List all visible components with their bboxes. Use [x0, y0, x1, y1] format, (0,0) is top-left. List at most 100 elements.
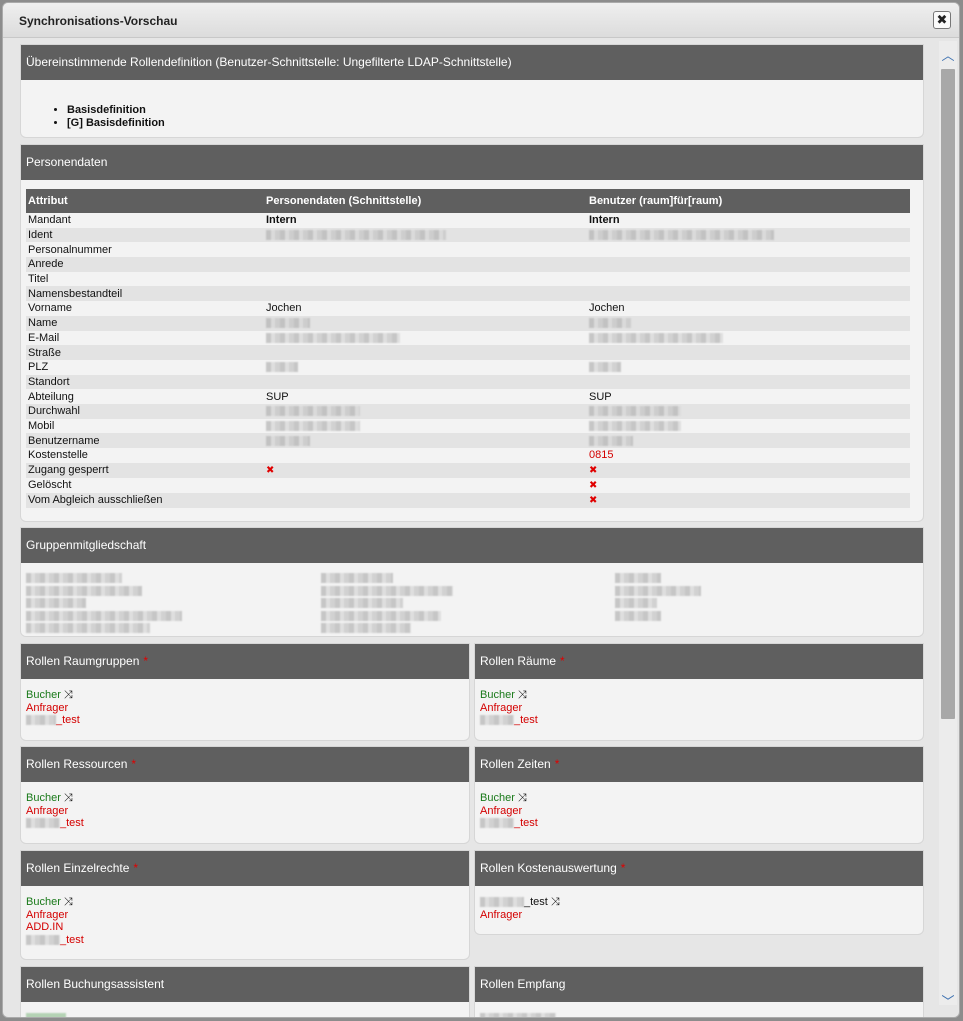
dialog-title: Synchronisations-Vorschau	[19, 14, 178, 28]
interface-value	[264, 345, 587, 360]
group-column	[321, 573, 453, 636]
user-value	[587, 374, 910, 390]
list-item: _test	[26, 934, 464, 947]
user-value	[587, 345, 910, 360]
shuffle-icon[interactable]: ⤨	[64, 689, 73, 701]
shuffle-icon[interactable]: ⤨	[64, 896, 73, 908]
roles-resources-header: Rollen Ressourcen *	[21, 747, 469, 782]
list-item: ADD.IN	[26, 921, 64, 933]
attribute-name: Straße	[26, 345, 264, 360]
user-value	[587, 315, 910, 331]
roles-booking-assistant-header: Rollen Buchungsassistent	[21, 967, 469, 1002]
user-value	[587, 242, 910, 257]
user-value	[587, 286, 910, 302]
column-header-user: Benutzer (raum]für[raum)	[587, 189, 910, 213]
redacted-text	[266, 435, 310, 446]
interface-value: SUP	[264, 389, 587, 404]
attribute-name: Personalnummer	[28, 243, 112, 256]
roles-rooms-panel: Rollen Räume * Bucher ⤨ Anfrager _test	[474, 643, 924, 741]
redacted-text	[589, 230, 774, 241]
role-definition-header: Übereinstimmende Rollendefinition (Benut…	[21, 45, 923, 80]
role-list	[21, 1002, 469, 1017]
cell-text: SUP	[589, 390, 612, 403]
person-data-panel: Personendaten Attribut Personendaten (Sc…	[20, 144, 924, 522]
attribute-name: Standort	[26, 374, 264, 390]
table-row: Vom Abgleich ausschließen ✖	[26, 492, 910, 508]
sync-preview-dialog: Synchronisations-Vorschau ✖ Übereinstimm…	[2, 2, 960, 1018]
user-value	[587, 433, 910, 448]
table-row: Standort	[26, 374, 910, 390]
role-list: Bucher ⤨ Anfrager _test	[21, 679, 469, 727]
redacted-text	[321, 623, 411, 633]
attribute-name: Anrede	[26, 257, 264, 272]
table-row: Name	[26, 315, 910, 331]
cell-text: Intern	[589, 214, 620, 227]
user-value	[587, 331, 910, 346]
redacted-text	[615, 610, 661, 621]
role-list: Bucher ⤨ Anfrager _test	[475, 782, 923, 830]
list-item: Anfrager	[26, 804, 69, 817]
table-row: Benutzername	[26, 433, 910, 448]
group-list	[21, 563, 923, 633]
roles-booking-assistant-panel: Rollen Buchungsassistent	[20, 966, 470, 1017]
table-row: Zugang gesperrt ✖ ✖	[26, 462, 910, 478]
attribute-name: Mobil	[28, 419, 55, 432]
table-row: Mobil	[26, 419, 910, 434]
redacted-text	[26, 623, 150, 633]
shuffle-icon[interactable]: ⤨	[551, 896, 560, 908]
roles-room-groups-header: Rollen Raumgruppen *	[21, 644, 469, 679]
cell-text: 0815	[589, 449, 614, 462]
shuffle-icon[interactable]: ⤨	[518, 792, 527, 804]
redacted-text	[480, 818, 514, 829]
cell-text: SUP	[266, 390, 289, 403]
close-button[interactable]: ✖	[933, 11, 951, 29]
redacted-text	[26, 818, 60, 829]
shuffle-icon[interactable]: ⤨	[518, 689, 527, 701]
table-row: Gelöscht ✖	[26, 478, 910, 493]
list-item: Bucher ⤨	[480, 689, 527, 701]
list-item: Anfrager	[26, 908, 69, 921]
redacted-text	[266, 421, 360, 432]
user-value	[587, 419, 910, 434]
roles-rooms-header: Rollen Räume *	[475, 644, 923, 679]
table-row: Kostenstelle 0815	[26, 448, 910, 463]
redacted-text	[321, 598, 403, 608]
user-value	[587, 360, 910, 375]
scrollbar-thumb[interactable]	[941, 69, 955, 719]
vertical-scrollbar[interactable]: ︿ ﹀	[939, 41, 957, 1009]
redacted-text	[26, 598, 86, 608]
list-item: Bucher ⤨	[480, 792, 527, 804]
chevron-up-icon[interactable]: ︿	[939, 47, 957, 65]
table-row: PLZ	[26, 360, 910, 375]
close-icon: ✖	[936, 12, 948, 27]
table-row: Mandant Intern Intern	[26, 213, 910, 228]
roles-times-panel: Rollen Zeiten * Bucher ⤨ Anfrager _test	[474, 746, 924, 844]
role-list: Bucher ⤨ Anfrager _test	[475, 679, 923, 727]
role-list	[475, 1002, 923, 1017]
attribute-name: Benutzername	[26, 433, 264, 448]
interface-value	[264, 478, 587, 493]
interface-value: Jochen	[264, 301, 587, 316]
user-value: Intern	[587, 213, 910, 228]
redacted-text	[589, 406, 681, 417]
cross-icon: ✖	[589, 479, 598, 491]
redacted-text	[480, 715, 514, 726]
attribute-table: Attribut Personendaten (Schnittstelle) B…	[26, 189, 910, 508]
shuffle-icon[interactable]: ⤨	[64, 792, 73, 804]
chevron-down-icon[interactable]: ﹀	[939, 993, 957, 1011]
list-item: Anfrager	[480, 908, 523, 921]
table-row: Vorname Jochen Jochen	[26, 301, 910, 316]
redacted-text	[321, 610, 441, 621]
attribute-name: Vorname	[28, 302, 73, 315]
table-row: Abteilung SUP SUP	[26, 389, 910, 404]
redacted-text	[26, 934, 60, 945]
roles-cost-eval-panel: Rollen Kostenauswertung * _test ⤨ Anfrager	[474, 850, 924, 935]
user-value: 0815	[587, 448, 910, 463]
group-membership-header: Gruppenmitgliedschaft	[21, 528, 923, 563]
dialog-titlebar[interactable]: Synchronisations-Vorschau ✖	[3, 3, 959, 38]
user-value	[587, 227, 910, 243]
redacted-text	[589, 435, 633, 446]
redacted-text	[615, 573, 661, 583]
redacted-text	[26, 610, 182, 621]
redacted-text	[266, 362, 298, 373]
